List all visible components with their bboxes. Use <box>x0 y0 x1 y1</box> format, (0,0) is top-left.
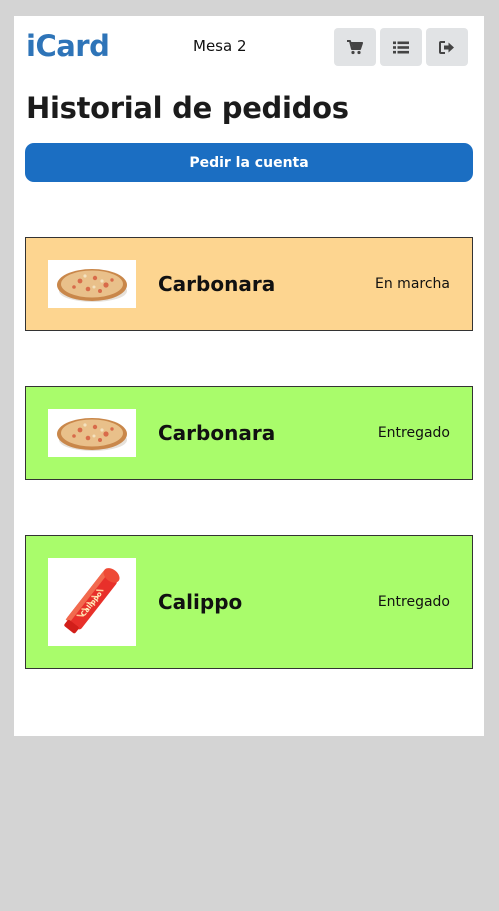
order-item: Calippo Calippo Entregado <box>25 535 473 669</box>
order-item: Carbonara Entregado <box>25 386 473 480</box>
cart-icon <box>347 39 363 54</box>
orders-list-button[interactable] <box>380 28 422 66</box>
request-bill-button[interactable]: Pedir la cuenta <box>25 143 473 182</box>
order-status: Entregado <box>377 594 450 610</box>
order-name: Carbonara <box>158 272 276 296</box>
calippo-icon: Calippo <box>64 568 120 634</box>
pizza-icon <box>57 269 127 302</box>
order-status: Entregado <box>377 425 450 441</box>
cart-button[interactable] <box>334 28 376 66</box>
table-label: Mesa 2 <box>193 37 247 55</box>
page-title: Historial de pedidos <box>26 91 349 125</box>
order-name: Calippo <box>158 590 243 614</box>
top-navbar: iCard Mesa 2 <box>14 16 484 76</box>
pizza-icon <box>57 418 127 451</box>
order-status: En marcha <box>375 276 450 292</box>
order-image: Calippo <box>48 558 136 646</box>
order-name: Carbonara <box>158 421 276 445</box>
logout-button[interactable] <box>426 28 468 66</box>
list-icon <box>393 41 409 53</box>
order-image <box>48 409 136 457</box>
order-image <box>48 260 136 308</box>
logout-icon <box>439 40 454 54</box>
order-item: Carbonara En marcha <box>25 237 473 331</box>
app-logo[interactable]: iCard <box>26 29 110 63</box>
app-page: iCard Mesa 2 Historial de pedidos Pedir … <box>14 16 484 736</box>
